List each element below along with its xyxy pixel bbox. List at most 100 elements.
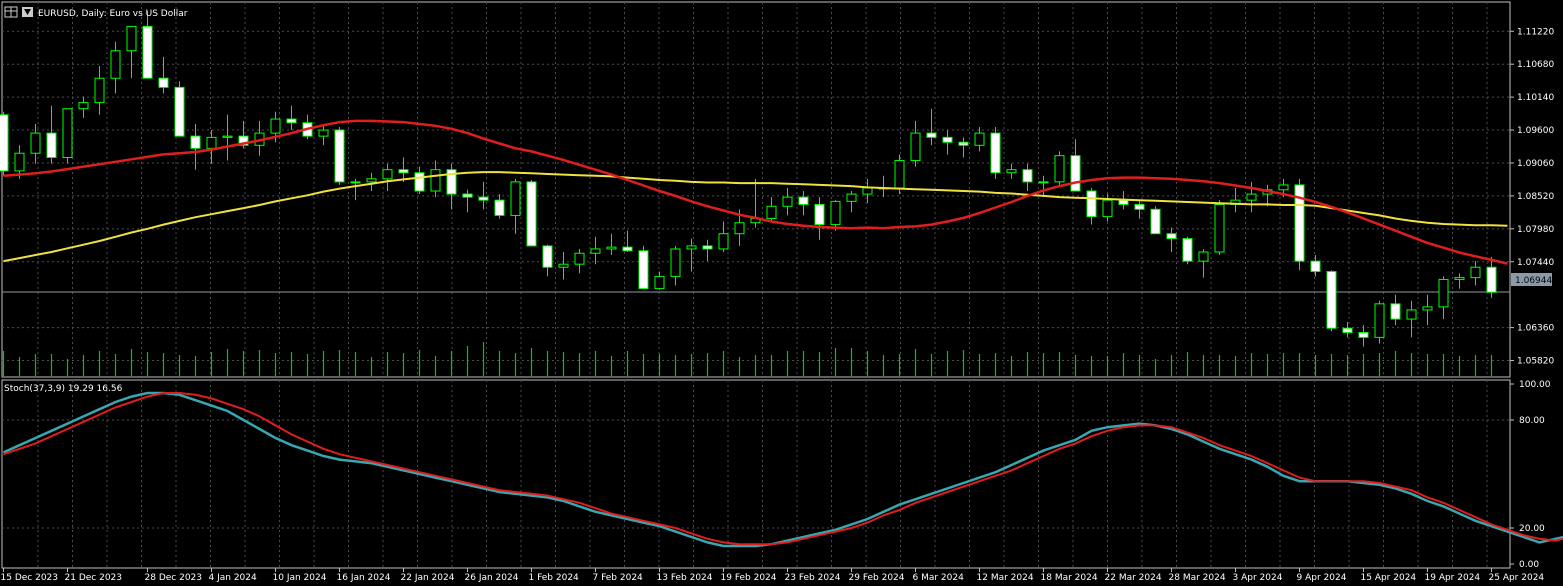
candle-bull <box>270 118 281 134</box>
candle-bear <box>398 169 409 174</box>
x-tick-label: 12 Mar 2024 <box>977 573 1034 583</box>
candle-bear <box>798 196 809 205</box>
x-tick-label: 28 Mar 2024 <box>1169 573 1226 583</box>
candle-bull <box>558 263 569 268</box>
candle-bear <box>1118 199 1129 205</box>
y-tick-label: 1.11220 <box>1517 27 1554 37</box>
candle-bear <box>990 132 1001 174</box>
candle-bear <box>1166 233 1177 240</box>
candle-bear <box>542 245 553 268</box>
y-tick-label: 1.09600 <box>1517 126 1554 136</box>
candle-bear <box>1390 303 1401 320</box>
x-tick-label: 16 Jan 2024 <box>337 573 391 583</box>
candle-bear <box>1358 331 1369 338</box>
candle-bull <box>318 129 329 137</box>
x-tick-label: 6 Mar 2024 <box>913 573 965 583</box>
candle-bull <box>830 200 841 226</box>
candle-bull <box>606 246 617 250</box>
candle-bull <box>1470 266 1481 279</box>
candle-bull <box>110 50 121 79</box>
candle-bull <box>1278 184 1289 191</box>
x-tick-label: 18 Mar 2024 <box>1041 573 1098 583</box>
candle-bull <box>350 181 361 184</box>
stoch-y-tick-label: 80.00 <box>1519 416 1545 426</box>
x-tick-label: 3 Apr 2024 <box>1233 573 1283 583</box>
candle-bear <box>174 86 185 137</box>
candle-bear <box>334 129 345 183</box>
candle-bear <box>1150 208 1161 235</box>
candle-bear <box>1134 203 1145 210</box>
candle-bull <box>1406 309 1417 320</box>
y-tick-label: 1.09060 <box>1517 159 1554 169</box>
candle-bear <box>942 136 953 143</box>
candle-bull <box>670 248 681 277</box>
x-tick-label: 13 Feb 2024 <box>657 573 713 583</box>
indicator-label: Stoch(37,3,9) 19.29 16.56 <box>4 384 123 394</box>
price-badge: 1.06944 <box>1511 273 1552 286</box>
candle-bear <box>494 199 505 216</box>
candle-bear <box>926 132 937 138</box>
candle-bull <box>382 169 393 180</box>
x-tick-label: 15 Dec 2023 <box>1 573 59 583</box>
candle-bull <box>734 222 745 235</box>
candle-bear <box>1182 238 1193 262</box>
x-tick-label: 22 Jan 2024 <box>401 573 455 583</box>
candle-bull <box>30 132 41 154</box>
x-tick-label: 22 Mar 2024 <box>1105 573 1162 583</box>
candle-bear <box>814 203 825 226</box>
candle-bull <box>1214 203 1225 253</box>
candle-bull <box>862 187 873 195</box>
x-tick-label: 25 Apr 2024 <box>1489 573 1545 583</box>
y-tick-label: 1.10680 <box>1517 60 1554 70</box>
candle-bear <box>1070 155 1081 192</box>
x-tick-label: 28 Dec 2023 <box>145 573 203 583</box>
chart-title: EURUSD, Daily: Euro vs US Dollar <box>38 9 188 19</box>
x-tick-label: 19 Feb 2024 <box>721 573 777 583</box>
candle-bear <box>1086 190 1097 218</box>
y-tick-label: 1.05820 <box>1517 357 1554 367</box>
candle-bull <box>1038 181 1049 184</box>
candle-bear <box>478 196 489 201</box>
candle-bull <box>1102 199 1113 218</box>
stoch-y-tick-label: 100.00 <box>1519 380 1551 390</box>
candle-bull <box>430 169 441 192</box>
candle-bull <box>78 102 89 110</box>
candle-bear <box>526 181 537 247</box>
x-tick-label: 21 Dec 2023 <box>65 573 123 583</box>
candle-bull <box>846 193 857 202</box>
candle-bear <box>1022 169 1033 183</box>
candle-bull <box>62 108 73 158</box>
candle-bear <box>1342 327 1353 333</box>
x-tick-label: 1 Feb 2024 <box>529 573 580 583</box>
candle-bear <box>638 250 649 290</box>
candle-bear <box>158 77 169 88</box>
candle-bull <box>686 245 697 250</box>
x-tick-label: 19 Apr 2024 <box>1425 573 1481 583</box>
candle-bear <box>1486 266 1497 293</box>
candle-bull <box>782 196 793 207</box>
candle-bull <box>14 152 25 172</box>
x-tick-label: 7 Feb 2024 <box>593 573 644 583</box>
candle-bull <box>766 205 777 219</box>
y-tick-label: 1.07980 <box>1517 225 1554 235</box>
candle-bear <box>0 114 9 172</box>
candle-bull <box>590 248 601 254</box>
candle-bull <box>126 25 137 52</box>
x-tick-label: 4 Jan 2024 <box>209 573 257 583</box>
candle-bear <box>286 118 297 124</box>
x-tick-label: 23 Feb 2024 <box>785 573 841 583</box>
candle-bull <box>1438 278 1449 308</box>
candle-bull <box>94 77 105 104</box>
y-tick-label: 1.10140 <box>1517 93 1554 103</box>
candle-bull <box>1198 251 1209 262</box>
candle-bull <box>1006 169 1017 174</box>
candle-bull <box>510 181 521 216</box>
candle-bull <box>718 233 729 250</box>
candle-bear <box>958 141 969 146</box>
stoch-y-tick-label: 20.00 <box>1519 524 1545 534</box>
candle-bull <box>1374 303 1385 338</box>
candle-bear <box>1310 260 1321 273</box>
candle-bull <box>222 135 233 138</box>
chart-canvas: 1.11220 1.10680 1.10140 1.09600 1.09060 1.085… <box>0 0 1563 586</box>
candle-bear <box>414 172 425 192</box>
